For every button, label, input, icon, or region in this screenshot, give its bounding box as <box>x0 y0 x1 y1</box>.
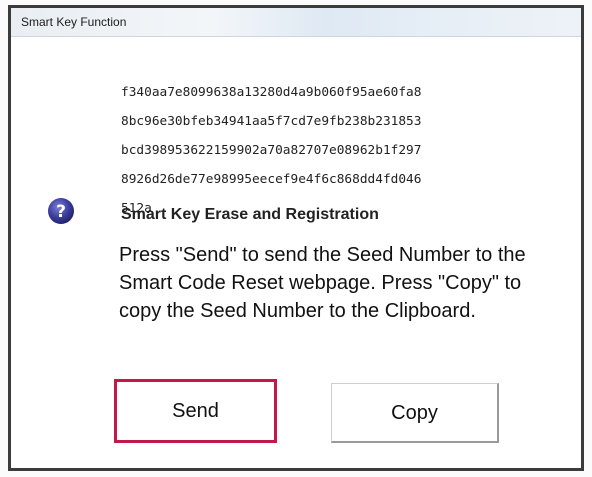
title-bar[interactable]: Smart Key Function <box>11 8 581 37</box>
send-button[interactable]: Send <box>114 379 277 443</box>
seed-line: f340aa7e8099638a13280d4a9b060f95ae60fa8 <box>121 84 422 100</box>
question-icon: ? <box>48 198 74 224</box>
seed-line: 8926d26de77e98995eecef9e4f6c868dd4fd046 <box>121 171 422 187</box>
seed-line: 8bc96e30bfeb34941aa5f7cd7e9fb238b231853 <box>121 113 422 129</box>
copy-button[interactable]: Copy <box>331 383 499 443</box>
smart-key-dialog: Smart Key Function f340aa7e8099638a13280… <box>8 5 584 471</box>
dialog-message: Press "Send" to send the Seed Number to … <box>119 244 526 322</box>
window-title: Smart Key Function <box>21 15 127 29</box>
svg-text:?: ? <box>56 202 66 222</box>
dialog-heading: Smart Key Erase and Registration <box>121 206 379 223</box>
seed-line: bcd398953622159902a70a82707e08962b1f297 <box>121 142 422 158</box>
